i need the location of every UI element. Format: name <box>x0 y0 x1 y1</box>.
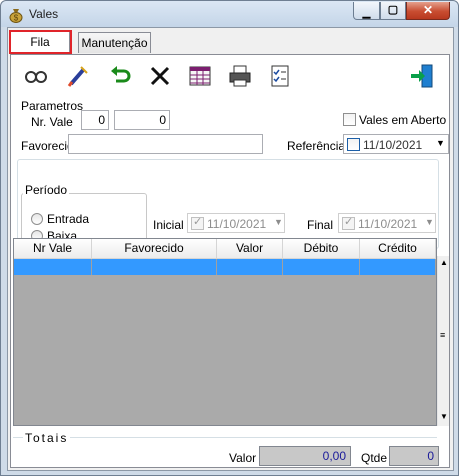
totais-label: Totais <box>23 431 71 445</box>
vales-em-aberto-label: Vales em Aberto <box>359 113 447 127</box>
table-cell[interactable] <box>14 259 92 275</box>
parametros-label: Parametros <box>21 99 84 113</box>
window-title: Vales <box>29 7 59 21</box>
valor-total-label: Valor <box>229 451 257 465</box>
periodo-label: Período <box>23 183 70 197</box>
chevron-down-icon[interactable]: ▼ <box>436 138 445 148</box>
referencia-label: Referência <box>287 139 346 153</box>
checklist-icon[interactable] <box>267 63 293 89</box>
column-header-nr-vale[interactable]: Nr Vale <box>14 239 92 259</box>
inicial-date: 11/10/2021 <box>207 217 267 231</box>
favorecido-input[interactable] <box>68 134 263 154</box>
title-bar[interactable]: $ Vales ▁ ▢ ✕ <box>1 1 458 27</box>
final-date: 11/10/2021 <box>358 217 418 231</box>
money-bag-icon: $ <box>9 9 23 23</box>
minimize-icon: ▁ <box>362 8 371 19</box>
scroll-up-icon[interactable]: ▲ <box>440 258 448 267</box>
tab-highlight-box <box>9 30 72 54</box>
close-icon: ✕ <box>422 3 434 17</box>
tab-manutencao[interactable]: Manutenção <box>78 32 151 53</box>
chevron-down-icon[interactable]: ▼ <box>274 217 283 227</box>
final-label: Final <box>307 218 334 232</box>
table-cell[interactable] <box>92 259 217 275</box>
scroll-down-icon[interactable]: ▼ <box>440 412 448 421</box>
chevron-down-icon[interactable]: ▼ <box>425 217 434 227</box>
totais-divider <box>13 437 437 438</box>
qtde-total-field: 0 <box>389 446 439 466</box>
undo-icon[interactable] <box>107 63 133 89</box>
vales-em-aberto-checkbox[interactable] <box>343 113 356 126</box>
column-header-favorecido[interactable]: Favorecido <box>92 239 217 259</box>
column-header-valor[interactable]: Valor <box>217 239 283 259</box>
delete-icon[interactable] <box>147 63 173 89</box>
referencia-date-picker[interactable]: 11/10/2021 ▼ <box>343 134 449 154</box>
column-header-credito[interactable]: Crédito <box>360 239 436 259</box>
nr-vale-to-input[interactable]: 0 <box>114 110 170 130</box>
table-cell[interactable] <box>360 259 436 275</box>
maximize-icon: ▢ <box>387 4 399 16</box>
grid-icon[interactable] <box>187 63 213 89</box>
table-cell[interactable] <box>283 259 360 275</box>
edit-icon[interactable] <box>65 63 91 89</box>
inicial-checkbox[interactable]: ✓ <box>191 216 204 230</box>
minimize-button[interactable]: ▁ <box>353 2 380 20</box>
exit-icon[interactable] <box>409 63 435 89</box>
svg-text:$: $ <box>14 14 19 23</box>
inicial-date-picker[interactable]: ✓ 11/10/2021 ▼ <box>187 213 285 233</box>
inicial-label: Inicial <box>153 218 184 232</box>
entrada-label: Entrada <box>47 212 90 226</box>
referencia-date: 11/10/2021 <box>363 138 423 152</box>
print-icon[interactable] <box>227 63 253 89</box>
vertical-scrollbar[interactable]: ▲ ≡ ▼ <box>437 256 449 426</box>
nr-vale-label: Nr. Vale <box>31 115 73 129</box>
column-header-debito[interactable]: Débito <box>283 239 360 259</box>
valor-total-field: 0,00 <box>259 446 351 466</box>
search-icon[interactable] <box>23 63 49 89</box>
table-cell[interactable] <box>217 259 283 275</box>
close-button[interactable]: ✕ <box>406 2 450 20</box>
entrada-radio[interactable] <box>31 213 43 225</box>
final-checkbox[interactable]: ✓ <box>342 216 355 230</box>
nr-vale-from-input[interactable]: 0 <box>81 110 109 130</box>
vales-grid[interactable]: Nr Vale Favorecido Valor Débito Crédito <box>13 238 437 426</box>
referencia-checkbox[interactable] <box>347 138 360 151</box>
final-date-picker[interactable]: ✓ 11/10/2021 ▼ <box>338 213 436 233</box>
scroll-grip-icon[interactable]: ≡ <box>440 330 445 340</box>
maximize-button[interactable]: ▢ <box>380 2 406 20</box>
check-icon: ✓ <box>344 216 354 228</box>
app-window: $ Vales ▁ ▢ ✕ Fila Manutenção Parametros… <box>0 0 459 476</box>
check-icon: ✓ <box>193 216 203 228</box>
tab-manutencao-label: Manutenção <box>81 36 148 50</box>
table-row[interactable] <box>14 259 436 275</box>
qtde-total-label: Qtde <box>361 451 388 465</box>
